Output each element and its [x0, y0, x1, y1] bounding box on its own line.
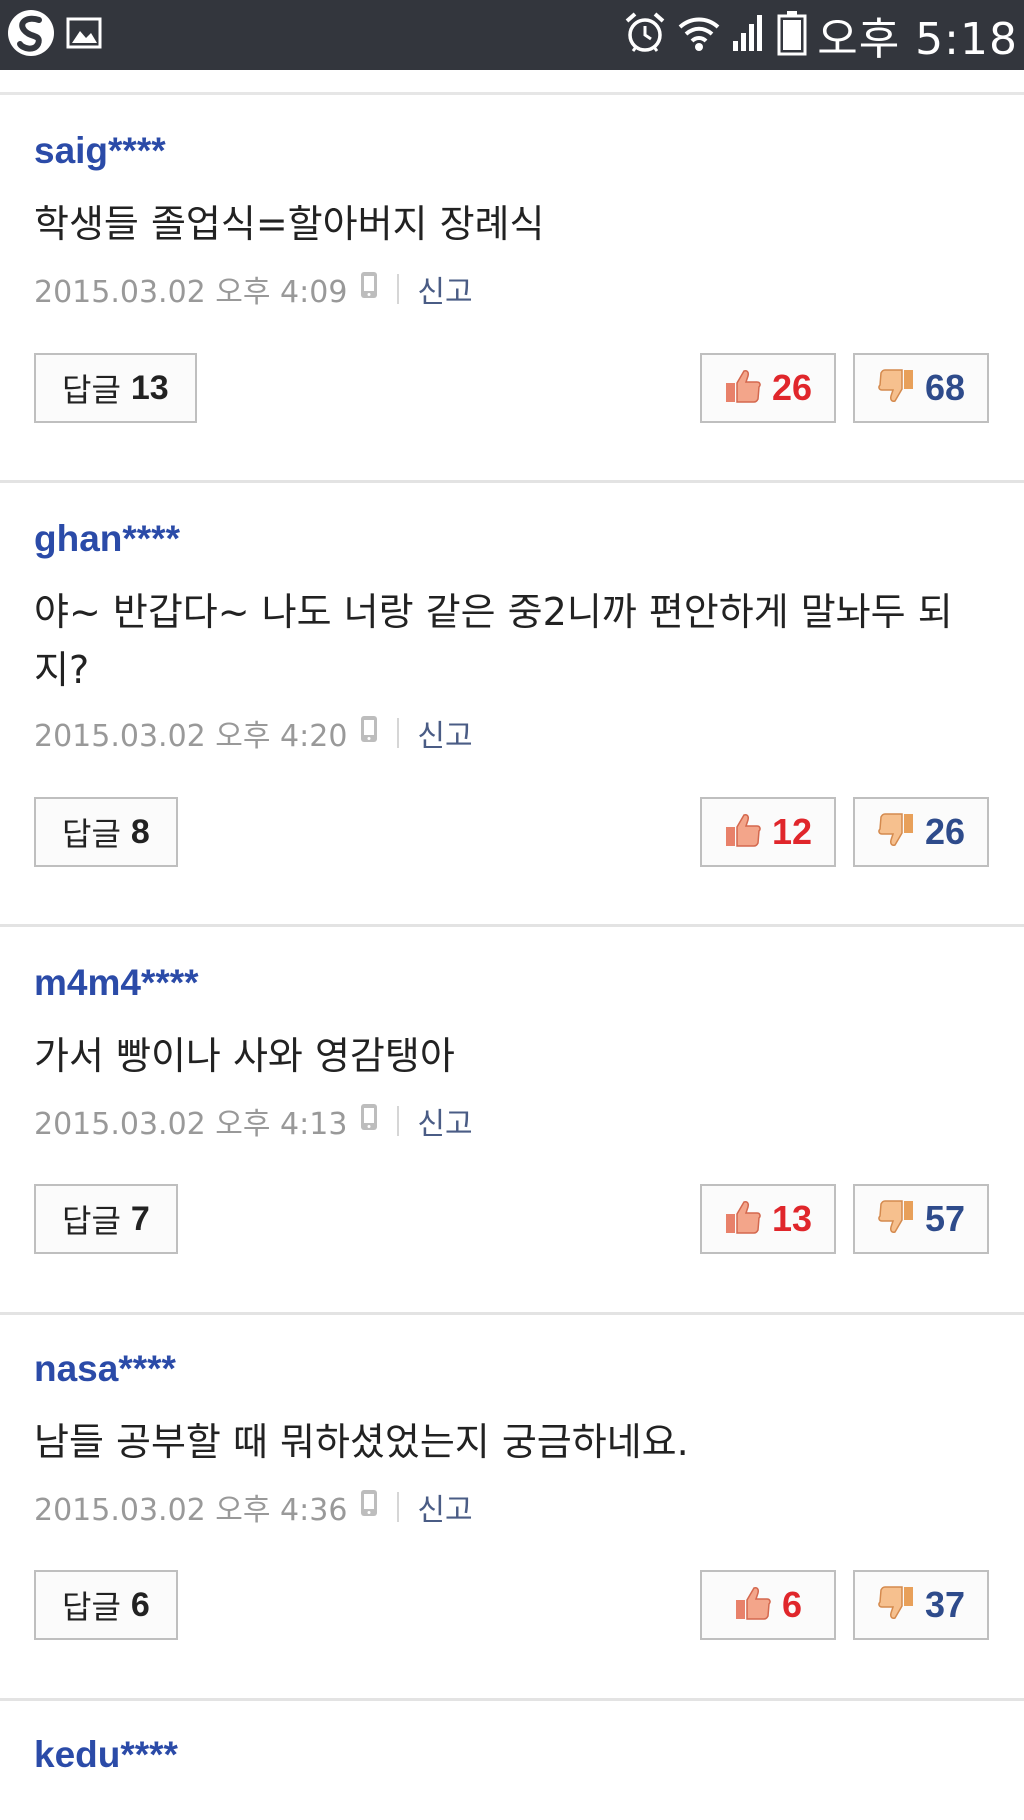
meta-divider — [397, 274, 400, 304]
alarm-icon — [623, 11, 667, 59]
status-bar: 오후 5:18 — [0, 0, 1024, 70]
like-button[interactable]: 13 — [700, 1184, 836, 1254]
reply-count: 8 — [130, 812, 150, 851]
reply-button[interactable]: 답글 13 — [34, 353, 197, 423]
comment-meta: 2015.03.02 오후 4:20 신고 — [34, 711, 473, 755]
comment-date: 2015.03.02 오후 4:36 — [34, 1493, 348, 1528]
reply-label: 답글 — [62, 1588, 121, 1626]
comment-author[interactable]: saig**** — [34, 130, 166, 172]
thumbs-up-icon — [724, 812, 762, 852]
thumbs-down-icon — [877, 368, 915, 408]
mobile-icon — [359, 270, 379, 308]
comment-meta: 2015.03.02 오후 4:13 신고 — [34, 1099, 473, 1143]
comment-text: 남들 공부할 때 뭐하셨었는지 궁금하네요. — [34, 1420, 689, 1464]
reply-button[interactable]: 답글 7 — [34, 1184, 178, 1254]
image-icon — [66, 17, 102, 53]
thumbs-up-icon — [734, 1585, 772, 1625]
reply-button[interactable]: 답글 8 — [34, 797, 178, 867]
meta-divider — [397, 718, 400, 748]
comment-meta: 2015.03.02 오후 4:09 신고 — [34, 267, 473, 311]
dislike-button[interactable]: 37 — [853, 1570, 989, 1640]
comment-date: 2015.03.02 오후 4:09 — [34, 275, 348, 310]
dislike-count: 57 — [924, 1198, 966, 1239]
reply-button[interactable]: 답글 6 — [34, 1570, 178, 1640]
reply-count: 7 — [130, 1199, 150, 1238]
reply-label: 답글 — [62, 1202, 121, 1240]
top-divider — [0, 92, 1024, 95]
like-count: 12 — [771, 811, 813, 852]
comment-author[interactable]: kedu**** — [34, 1734, 178, 1776]
mobile-icon — [359, 1488, 379, 1526]
dislike-count: 26 — [924, 811, 966, 852]
reply-label: 답글 — [62, 815, 121, 853]
report-link[interactable]: 신고 — [417, 267, 472, 311]
battery-icon — [777, 10, 807, 60]
mobile-icon — [359, 1102, 379, 1140]
dislike-count: 68 — [924, 367, 966, 408]
report-link[interactable]: 신고 — [417, 1099, 472, 1143]
comment-meta: 2015.03.02 오후 4:36 신고 — [34, 1485, 473, 1529]
comment-text: 학생들 졸업식=할아버지 장례식 — [34, 202, 545, 246]
meta-divider — [397, 1106, 400, 1136]
comment-date: 2015.03.02 오후 4:20 — [34, 719, 348, 754]
dislike-button[interactable]: 68 — [853, 353, 989, 423]
reply-count: 6 — [130, 1585, 150, 1624]
thumbs-up-icon — [724, 1199, 762, 1239]
status-right: 오후 5:18 — [623, 8, 1018, 65]
comment-separator — [0, 924, 1024, 927]
like-button[interactable]: 26 — [700, 353, 836, 423]
status-left — [6, 10, 102, 60]
like-count: 6 — [781, 1584, 803, 1625]
comment-author[interactable]: ghan**** — [34, 518, 180, 560]
like-button[interactable]: 12 — [700, 797, 836, 867]
dislike-count: 37 — [924, 1584, 966, 1625]
dislike-button[interactable]: 57 — [853, 1184, 989, 1254]
thumbs-down-icon — [877, 1199, 915, 1239]
mobile-icon — [359, 714, 379, 752]
reply-label: 답글 — [62, 371, 121, 409]
s-app-icon — [6, 8, 56, 62]
report-link[interactable]: 신고 — [417, 711, 472, 755]
comment-text: 야~ 반갑다~ 나도 너랑 같은 중2니까 편안하게 말놔두 되지? — [34, 590, 953, 692]
comment-date: 2015.03.02 오후 4:13 — [34, 1107, 348, 1142]
like-count: 26 — [771, 367, 813, 408]
comment-separator — [0, 1698, 1024, 1701]
comment-author[interactable]: nasa**** — [34, 1348, 176, 1390]
comment-separator — [0, 1312, 1024, 1315]
comment-text: 가서 빵이나 사와 영감탱아 — [34, 1034, 455, 1078]
thumbs-down-icon — [877, 1585, 915, 1625]
thumbs-down-icon — [877, 812, 915, 852]
signal-icon — [731, 13, 767, 57]
thumbs-up-icon — [724, 368, 762, 408]
wifi-icon — [677, 13, 721, 57]
like-count: 13 — [771, 1198, 813, 1239]
meta-divider — [397, 1492, 400, 1522]
like-button[interactable]: 6 — [700, 1570, 836, 1640]
comment-separator — [0, 480, 1024, 483]
status-time: 오후 5:18 — [817, 14, 1018, 65]
comment-author[interactable]: m4m4**** — [34, 962, 199, 1004]
dislike-button[interactable]: 26 — [853, 797, 989, 867]
report-link[interactable]: 신고 — [417, 1485, 472, 1529]
reply-count: 13 — [130, 368, 169, 407]
